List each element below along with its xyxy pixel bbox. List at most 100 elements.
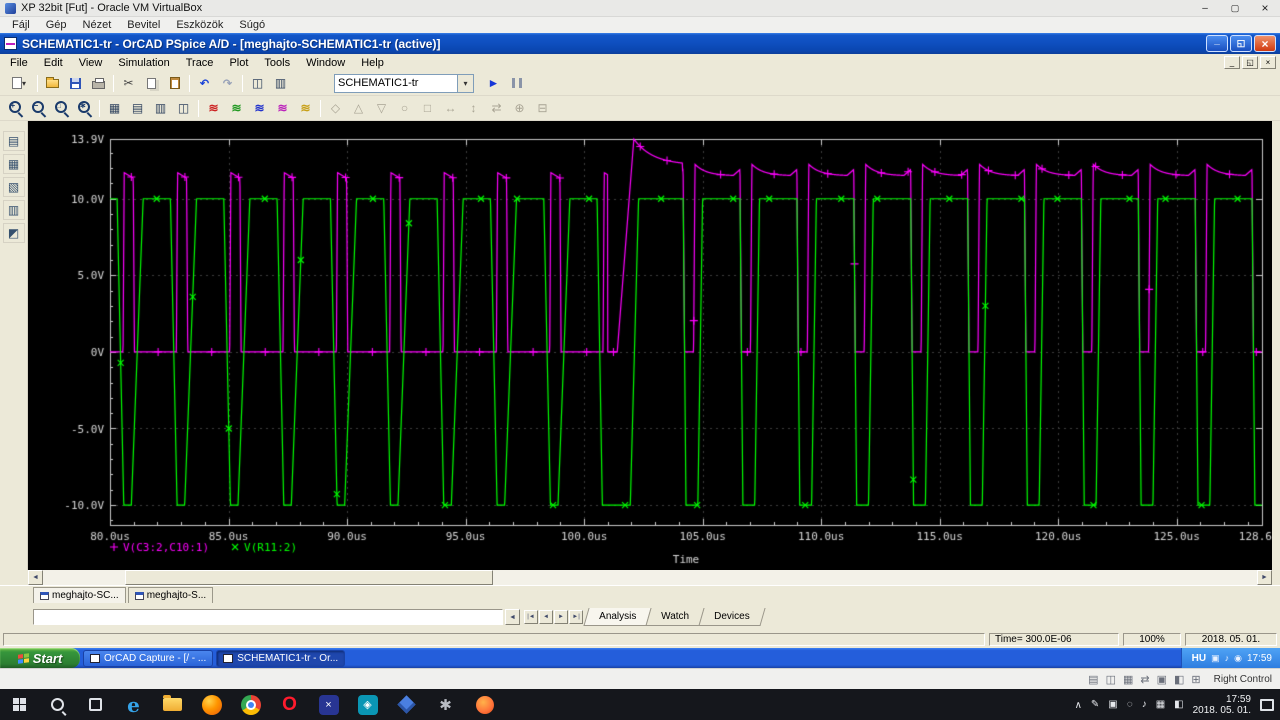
simulation-queue-button[interactable] bbox=[2, 200, 25, 220]
language-indicator[interactable]: HU bbox=[1192, 653, 1206, 664]
menu-trace[interactable]: Trace bbox=[178, 56, 222, 70]
menu-file[interactable]: File bbox=[2, 56, 36, 70]
paste-button[interactable] bbox=[163, 73, 186, 94]
pause-simulation-button[interactable] bbox=[505, 73, 528, 94]
window-tile-button[interactable] bbox=[269, 73, 292, 94]
task-button-orcad-capture[interactable]: OrCAD Capture - [/ - ... bbox=[83, 649, 214, 667]
settings-button[interactable] bbox=[426, 689, 465, 720]
audio-icon[interactable] bbox=[1123, 673, 1133, 686]
xp-restore-button[interactable] bbox=[1230, 35, 1252, 52]
tray-expand-icon[interactable] bbox=[1075, 699, 1082, 711]
zoom-fit-button[interactable] bbox=[73, 98, 96, 119]
tab-scroll-left[interactable]: ◄ bbox=[539, 610, 553, 624]
pen-icon[interactable] bbox=[1091, 699, 1099, 710]
mdi-minimize-button[interactable]: _ bbox=[1224, 56, 1240, 69]
cursor-point-button[interactable] bbox=[439, 98, 462, 119]
cut-button[interactable] bbox=[117, 73, 140, 94]
circuit-file-button[interactable] bbox=[2, 177, 25, 197]
tab-scroll-last[interactable]: ►| bbox=[569, 610, 583, 624]
vbox-menu-view[interactable]: Nézet bbox=[75, 19, 120, 31]
battery-icon[interactable] bbox=[1127, 699, 1133, 710]
print-button[interactable] bbox=[87, 73, 110, 94]
copy-button[interactable] bbox=[140, 73, 163, 94]
xp-minimize-button[interactable] bbox=[1206, 35, 1228, 52]
maximize-button[interactable] bbox=[1220, 0, 1250, 17]
scrollbar-track[interactable] bbox=[43, 570, 1257, 585]
plot-horizontal-scrollbar[interactable]: ◄ ► bbox=[28, 570, 1272, 585]
network-icon[interactable] bbox=[1234, 653, 1242, 664]
language-icon[interactable] bbox=[1174, 699, 1183, 710]
tab-watch[interactable]: Watch bbox=[645, 608, 705, 626]
file-explorer-button[interactable] bbox=[153, 689, 192, 720]
cursor-search-button[interactable] bbox=[462, 98, 485, 119]
network-adapter-icon[interactable] bbox=[1140, 673, 1149, 686]
network-icon[interactable] bbox=[1156, 699, 1165, 710]
add-text-label-button[interactable] bbox=[294, 98, 317, 119]
zoom-area-button[interactable] bbox=[50, 98, 73, 119]
mark-data-points-button[interactable] bbox=[508, 98, 531, 119]
add-trace-button[interactable] bbox=[202, 98, 225, 119]
xp-clock[interactable]: 17:59 bbox=[1247, 653, 1272, 664]
menu-tools[interactable]: Tools bbox=[256, 56, 298, 70]
dbeaver-button[interactable] bbox=[348, 689, 387, 720]
menu-window[interactable]: Window bbox=[298, 56, 353, 70]
tab-scroll-first[interactable]: |◄ bbox=[524, 610, 538, 624]
firefox-button[interactable] bbox=[192, 689, 231, 720]
cursor-peak-button[interactable] bbox=[324, 98, 347, 119]
safely-remove-icon[interactable] bbox=[1211, 653, 1220, 664]
log-y-axis-button[interactable] bbox=[126, 98, 149, 119]
fourier-button[interactable] bbox=[149, 98, 172, 119]
scrollbar-thumb[interactable] bbox=[125, 570, 493, 585]
menu-help[interactable]: Help bbox=[353, 56, 392, 70]
cursor-min-button[interactable] bbox=[393, 98, 416, 119]
search-button[interactable] bbox=[38, 689, 76, 720]
vbox-menu-input[interactable]: Bevitel bbox=[119, 19, 168, 31]
thunderbird-button[interactable] bbox=[465, 689, 504, 720]
eval-goal-function-button[interactable] bbox=[225, 98, 248, 119]
vbox-menu-help[interactable]: Súgó bbox=[231, 19, 273, 31]
undo-button[interactable] bbox=[193, 73, 216, 94]
hard-disk-icon[interactable] bbox=[1088, 673, 1098, 686]
xp-start-button[interactable]: Start bbox=[0, 648, 80, 668]
output-file-button[interactable] bbox=[2, 154, 25, 174]
onedrive-icon[interactable] bbox=[1108, 699, 1117, 710]
vbox-menu-devices[interactable]: Eszközök bbox=[168, 19, 231, 31]
mdi-close-button[interactable]: × bbox=[1260, 56, 1276, 69]
cursor-next-transition-button[interactable] bbox=[485, 98, 508, 119]
host-clock[interactable]: 17:59 2018. 05. 01. bbox=[1193, 694, 1251, 716]
new-file-button[interactable] bbox=[4, 73, 34, 94]
close-button[interactable] bbox=[1250, 0, 1280, 17]
window-layout-button[interactable] bbox=[246, 73, 269, 94]
delete-plot-button[interactable] bbox=[271, 98, 294, 119]
host-start-button[interactable] bbox=[0, 689, 38, 720]
chrome-button[interactable] bbox=[231, 689, 270, 720]
command-input[interactable] bbox=[33, 609, 503, 625]
display-icon[interactable] bbox=[1191, 673, 1200, 686]
waveform-plot[interactable] bbox=[28, 121, 1272, 570]
zoom-out-button[interactable] bbox=[27, 98, 50, 119]
task-view-button[interactable] bbox=[76, 689, 114, 720]
xp-close-button[interactable] bbox=[1254, 35, 1276, 52]
edge-button[interactable]: e bbox=[114, 689, 153, 720]
cursor-max-button[interactable] bbox=[416, 98, 439, 119]
cursor-trough-button[interactable] bbox=[347, 98, 370, 119]
cursor-slope-button[interactable] bbox=[370, 98, 393, 119]
output-scroll-left[interactable]: ◄ bbox=[505, 609, 520, 625]
simulation-results-button[interactable] bbox=[2, 131, 25, 151]
performance-analysis-button[interactable] bbox=[172, 98, 195, 119]
vbox-menu-machine[interactable]: Gép bbox=[38, 19, 75, 31]
scroll-left-arrow[interactable]: ◄ bbox=[28, 570, 43, 585]
vlc-button[interactable] bbox=[309, 689, 348, 720]
shared-folder-icon[interactable] bbox=[1174, 673, 1184, 686]
mark-label-button[interactable] bbox=[531, 98, 554, 119]
zoom-in-button[interactable] bbox=[4, 98, 27, 119]
tab-analysis[interactable]: Analysis bbox=[583, 608, 652, 626]
volume-icon[interactable] bbox=[1225, 653, 1230, 663]
log-x-axis-button[interactable] bbox=[103, 98, 126, 119]
virtualbox-button[interactable] bbox=[387, 689, 426, 720]
usb-icon[interactable] bbox=[1157, 673, 1167, 686]
add-plot-button[interactable] bbox=[248, 98, 271, 119]
doc-tab-inactive[interactable]: meghajto-S... bbox=[127, 587, 214, 603]
menu-view[interactable]: View bbox=[71, 56, 111, 70]
open-file-button[interactable] bbox=[41, 73, 64, 94]
